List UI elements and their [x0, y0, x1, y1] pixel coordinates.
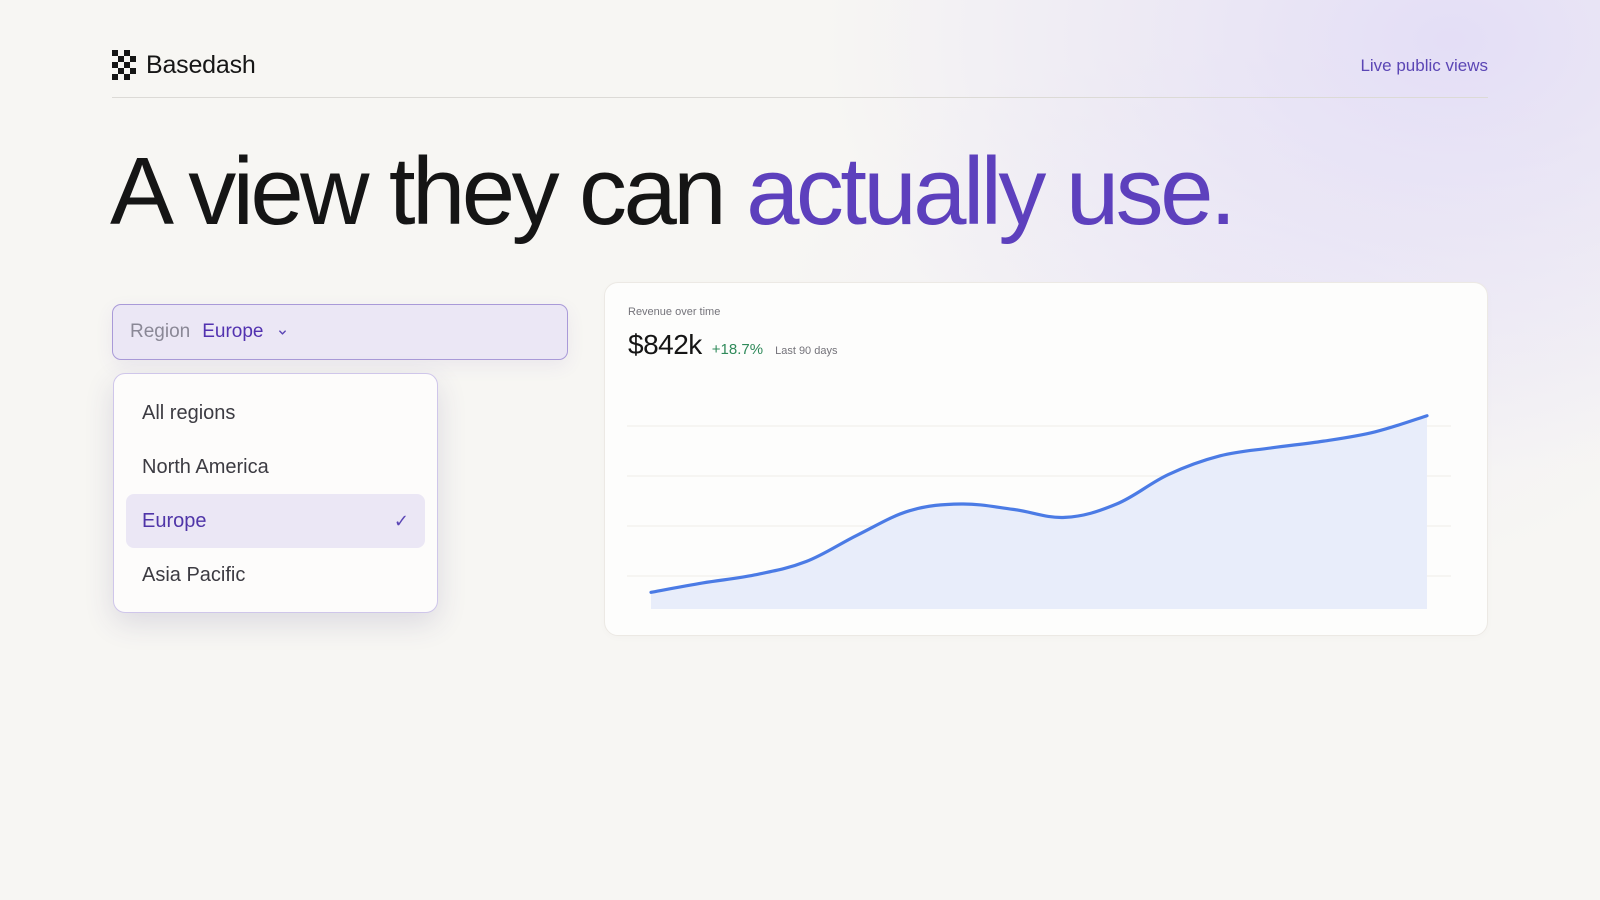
- region-option-asia-pacific[interactable]: Asia Pacific: [126, 548, 425, 602]
- region-selected-value: Europe: [202, 321, 264, 342]
- revenue-chart: [627, 414, 1451, 609]
- region-dropdown-menu: All regions North America Europe ✓ Asia …: [113, 373, 438, 613]
- region-select[interactable]: Region Europe: [112, 304, 568, 360]
- live-public-views-link[interactable]: Live public views: [1360, 56, 1488, 76]
- region-label: Region: [130, 321, 191, 342]
- page-headline: A view they can actually use.: [110, 132, 1237, 252]
- logo-icon: [112, 49, 136, 80]
- region-option-north-america[interactable]: North America: [126, 440, 425, 494]
- brand-name: Basedash: [146, 51, 256, 79]
- option-label: North America: [142, 455, 269, 478]
- top-header: Basedash Live public views: [112, 44, 1488, 98]
- chevron-down-icon: [278, 329, 286, 335]
- region-option-europe[interactable]: Europe ✓: [126, 494, 425, 548]
- brand[interactable]: Basedash: [112, 49, 256, 82]
- option-label: All regions: [142, 401, 236, 424]
- option-label: Asia Pacific: [142, 563, 246, 586]
- option-label: Europe: [142, 509, 207, 532]
- headline-main: A view they can: [110, 138, 747, 245]
- revenue-chart-card: Revenue over time $842k +18.7% Last 90 d…: [604, 282, 1488, 636]
- chart-area-fill: [651, 415, 1427, 609]
- region-option-all[interactable]: All regions: [126, 386, 425, 440]
- headline-accent: actually use.: [746, 138, 1236, 245]
- check-icon: ✓: [393, 510, 409, 531]
